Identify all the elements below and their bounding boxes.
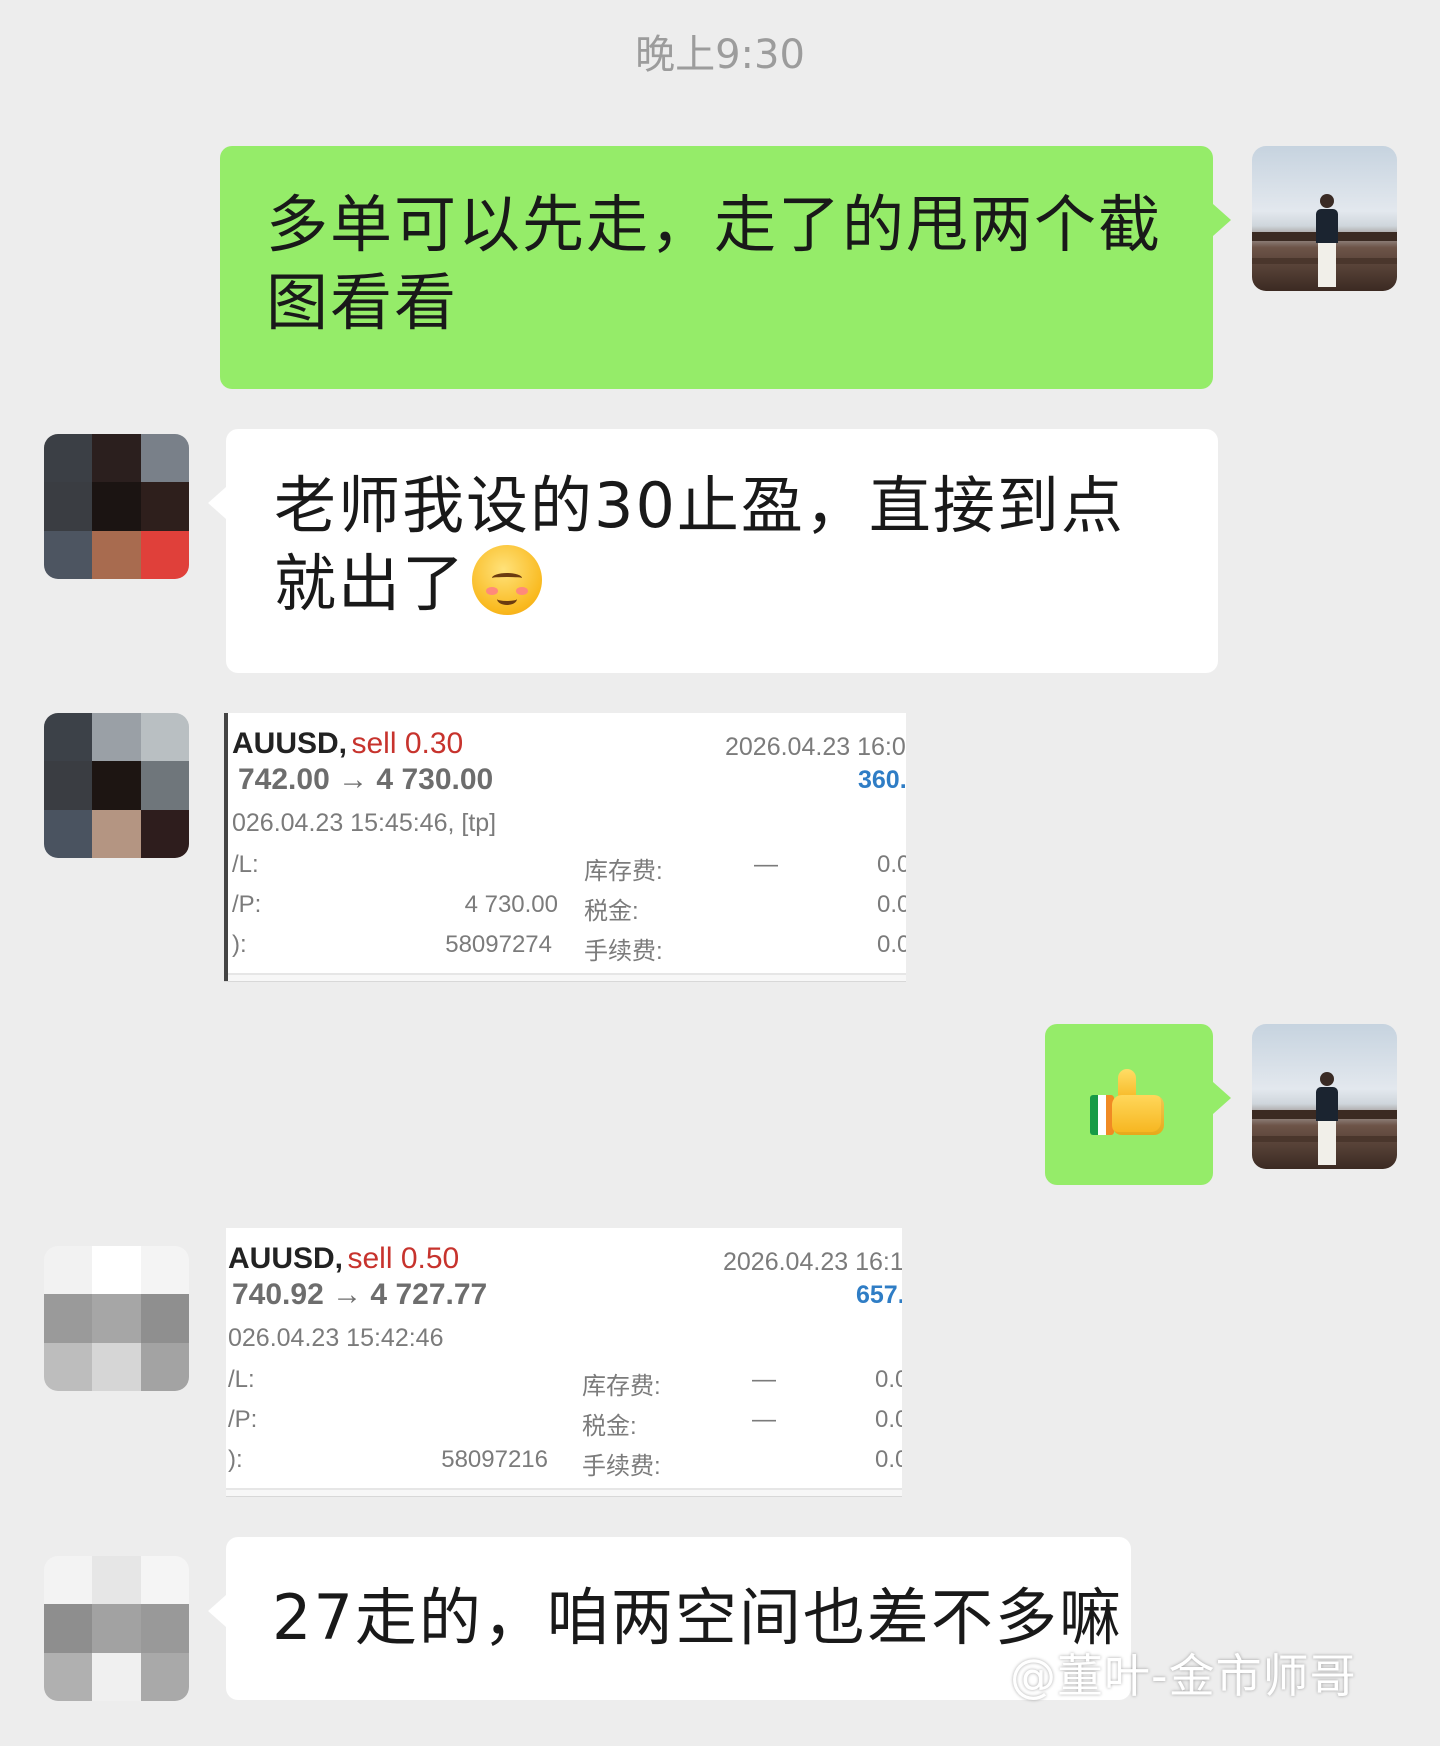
tp-value: 4 730.00 (464, 891, 558, 918)
trade-close-time: 2026.04.23 16:06:1 (725, 733, 906, 761)
sl-label: /L: (228, 1366, 255, 1393)
trade-screenshot-image[interactable]: AUUSD, sell 0.30 2026.04.23 16:06:1 742.… (224, 713, 906, 981)
fee-value: 0.0 (877, 931, 906, 958)
tax-value: 0.0 (875, 1406, 902, 1433)
fee-label: 手续费: (582, 1453, 661, 1480)
swap-label: 库存费: (584, 858, 663, 885)
message-text: 老师我设的30止盈，直接到点就出了 (274, 469, 1125, 620)
message-text: 27走的，咱两空间也差不多嘛 (272, 1581, 1123, 1654)
sl-label: /L: (232, 851, 259, 878)
trade-profit: 360.0 (858, 766, 906, 794)
fee-label: 手续费: (584, 938, 663, 965)
self-avatar[interactable] (1252, 1024, 1397, 1169)
watermark: @董叶-金市师哥 (1010, 1649, 1357, 1703)
trade-symbol: AUUSD, (232, 727, 348, 760)
self-avatar[interactable] (1252, 146, 1397, 291)
trade-prices: 742.00 → 4 730.00 (238, 763, 494, 796)
card-divider (228, 973, 906, 981)
tax-label: 税金: (584, 898, 639, 925)
chat-timestamp: 晚上9:30 (635, 32, 805, 78)
contact-avatar[interactable] (44, 1246, 189, 1391)
incoming-message-bubble[interactable]: 27走的，咱两空间也差不多嘛 (208, 1537, 1131, 1700)
trade-profit: 657. (856, 1281, 902, 1309)
tax-value: 0.0 (877, 891, 906, 918)
smiling-face-emoji-icon (472, 545, 543, 615)
ticket-value: 58097274 (445, 931, 552, 958)
contact-avatar[interactable] (44, 713, 189, 858)
incoming-message-bubble[interactable]: 老师我设的30止盈，直接到点就出了 (208, 429, 1218, 673)
tp-label: /P: (232, 891, 262, 918)
card-divider (226, 1488, 902, 1496)
trade-close-time: 2026.04.23 16:11: (723, 1248, 902, 1276)
ticket-value: 58097216 (441, 1446, 548, 1473)
swap-value: 0.0 (875, 1366, 902, 1393)
trade-symbol: AUUSD, (228, 1242, 344, 1275)
swap-value: 0.0 (877, 851, 906, 878)
fee-value: 0.0 (875, 1446, 902, 1473)
trade-prices: 740.92 → 4 727.77 (232, 1278, 488, 1311)
trade-open-time: 026.04.23 15:45:46, [tp] (232, 809, 497, 837)
tp-value: — (752, 1406, 776, 1433)
message-text: 多单可以先走，走了的甩两个截图看看 (266, 188, 1163, 339)
trade-open-time: 026.04.23 15:42:46 (228, 1324, 444, 1352)
ticket-label: ): (228, 1446, 243, 1473)
trade-screenshot-image[interactable]: AUUSD, sell 0.50 2026.04.23 16:11: 740.9… (226, 1228, 902, 1496)
trade-side: sell 0.30 (351, 727, 464, 760)
swap-label: 库存费: (582, 1373, 661, 1400)
contact-avatar[interactable] (44, 1556, 189, 1701)
tp-label: /P: (228, 1406, 258, 1433)
thumbs-up-emoji-icon (1090, 1065, 1166, 1141)
outgoing-message-bubble[interactable]: 多单可以先走，走了的甩两个截图看看 (220, 146, 1231, 389)
trade-side: sell 0.50 (347, 1242, 460, 1275)
contact-avatar[interactable] (44, 434, 189, 579)
tax-label: 税金: (582, 1413, 637, 1440)
ticket-label: ): (232, 931, 247, 958)
